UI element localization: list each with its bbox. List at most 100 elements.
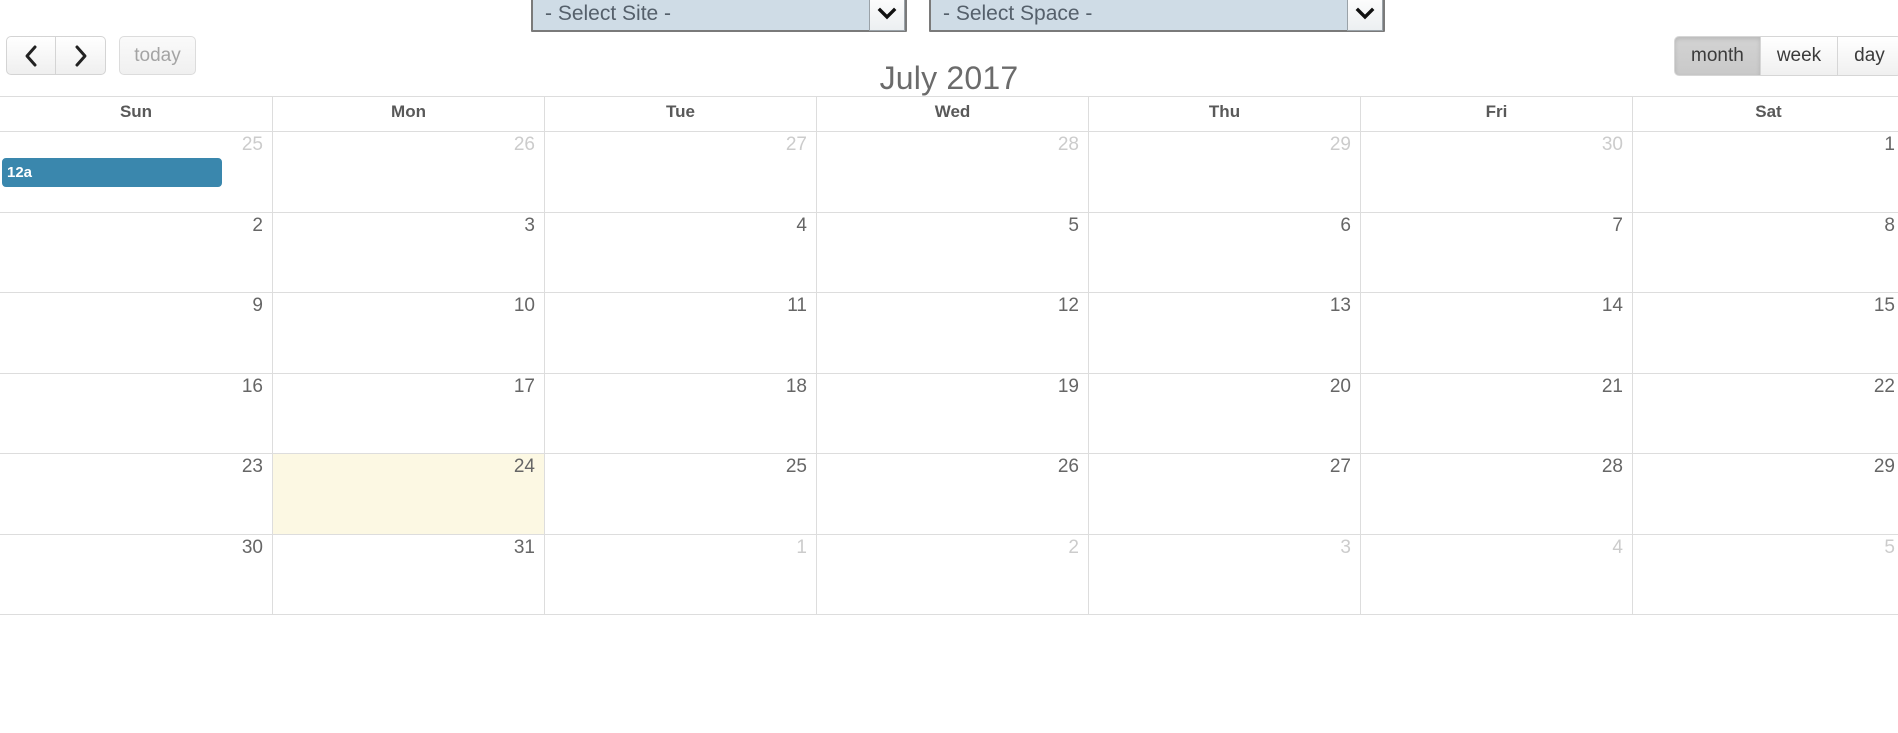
day-number: 4	[1612, 536, 1623, 558]
calendar-toolbar: - Select Site - - Select Space - today J…	[0, 0, 1898, 108]
calendar-day-cell[interactable]: 2	[0, 212, 272, 292]
calendar-day-cell[interactable]: 6	[1088, 212, 1360, 292]
calendar-day-cell[interactable]: 24	[272, 454, 544, 534]
calendar-day-cell[interactable]: 25	[544, 454, 816, 534]
calendar-day-cell[interactable]: 8	[1632, 212, 1898, 292]
select-space-wrapper: - Select Space -	[929, 0, 1385, 32]
site-space-selectors: - Select Site - - Select Space -	[531, 0, 1385, 32]
select-site-dropdown[interactable]: - Select Site -	[531, 0, 907, 32]
select-site-wrapper: - Select Site -	[531, 0, 907, 32]
calendar-day-cell[interactable]: 17	[272, 373, 544, 453]
calendar-day-cell[interactable]: 14	[1360, 293, 1632, 373]
calendar-day-cell[interactable]: 27	[544, 132, 816, 212]
calendar-day-cell[interactable]: 26	[816, 454, 1088, 534]
day-number: 29	[1329, 134, 1351, 155]
calendar-day-cell[interactable]: 5	[816, 212, 1088, 292]
day-number: 24	[513, 456, 535, 477]
day-number: 3	[524, 214, 535, 236]
calendar-week-row: 23 24 25 26 27 28 29	[0, 454, 1898, 535]
day-number: 27	[1329, 456, 1351, 477]
day-number: 23	[241, 456, 263, 477]
calendar-event[interactable]: 12a	[2, 158, 222, 187]
day-number: 5	[1068, 214, 1079, 236]
calendar-day-cell[interactable]: 26	[272, 132, 544, 212]
select-space-dropdown[interactable]: - Select Space -	[929, 0, 1385, 32]
day-of-week-header-fri: Fri	[1360, 97, 1632, 131]
calendar-day-cell[interactable]: 1	[544, 534, 816, 614]
day-number: 4	[796, 214, 807, 236]
day-number: 25	[785, 456, 807, 477]
day-number: 12	[1057, 295, 1079, 316]
calendar-day-cell[interactable]: 5	[1632, 534, 1898, 614]
calendar-day-cell[interactable]: 3	[1088, 534, 1360, 614]
calendar-day-cell[interactable]: 28	[816, 132, 1088, 212]
calendar-day-cell[interactable]: 10	[272, 293, 544, 373]
chevron-down-icon[interactable]	[1347, 0, 1383, 31]
day-of-week-header-thu: Thu	[1088, 97, 1360, 131]
day-number: 2	[252, 214, 263, 236]
calendar-day-cell[interactable]: 30	[1360, 132, 1632, 212]
day-number: 31	[513, 536, 535, 558]
day-of-week-header-mon: Mon	[272, 97, 544, 131]
calendar-day-cell[interactable]: 1	[1632, 132, 1898, 212]
day-number: 16	[241, 375, 263, 397]
day-number: 3	[1340, 536, 1351, 558]
calendar-day-cell[interactable]: 15	[1632, 293, 1898, 373]
calendar-day-cell[interactable]: 28	[1360, 454, 1632, 534]
view-button-day[interactable]: day	[1838, 36, 1898, 76]
calendar-day-cell[interactable]: 4	[1360, 534, 1632, 614]
day-of-week-header-sun: Sun	[119, 102, 153, 121]
day-number: 10	[513, 295, 535, 316]
calendar-day-cell[interactable]: 30	[0, 534, 272, 614]
calendar-day-cell[interactable]: 29	[1088, 132, 1360, 212]
calendar-day-cell[interactable]: 2	[816, 534, 1088, 614]
view-button-week[interactable]: week	[1760, 36, 1839, 76]
view-switcher: month week day	[1674, 36, 1898, 76]
calendar-day-cell[interactable]: 16	[0, 373, 272, 453]
calendar-week-row: 25 12a 26 27 28 29 30 1	[0, 132, 1898, 213]
select-site-value: - Select Site -	[545, 2, 672, 25]
calendar-day-cell[interactable]: 23	[0, 454, 272, 534]
calendar-day-cell[interactable]: 29	[1632, 454, 1898, 534]
calendar-day-cell[interactable]: 25 12a	[0, 132, 272, 212]
calendar-day-cell[interactable]: 19	[816, 373, 1088, 453]
calendar-week-row: 2 3 4 5 6 7 8	[0, 212, 1898, 293]
calendar-day-cell[interactable]: 27	[1088, 454, 1360, 534]
calendar-day-cell[interactable]: 3	[272, 212, 544, 292]
day-number: 15	[1873, 295, 1895, 316]
calendar-day-cell[interactable]: 4	[544, 212, 816, 292]
calendar-day-cell[interactable]: 31	[272, 534, 544, 614]
day-number: 5	[1884, 536, 1895, 558]
calendar-day-cell[interactable]: 9	[0, 293, 272, 373]
day-number: 26	[1057, 456, 1079, 477]
day-number: 26	[513, 134, 535, 155]
month-calendar-grid: Sun Mon Tue Wed Thu Fri Sat 25 12a 26 27 28 29 30 1 2 3…	[0, 96, 1898, 615]
calendar-day-cell[interactable]: 13	[1088, 293, 1360, 373]
day-number: 1	[1884, 134, 1895, 155]
calendar-day-cell[interactable]: 7	[1360, 212, 1632, 292]
chevron-down-icon[interactable]	[869, 0, 905, 31]
day-number: 9	[252, 295, 263, 316]
day-number: 7	[1612, 214, 1623, 236]
calendar-weeks: 25 12a 26 27 28 29 30 1 2 3 4 5 6 7 8 9 10 11 12 13 14 15 16 17…	[0, 132, 1898, 615]
calendar-day-cell[interactable]: 20	[1088, 373, 1360, 453]
day-of-week-header-tue: Tue	[544, 97, 816, 131]
day-number: 28	[1601, 456, 1623, 477]
day-number: 6	[1340, 214, 1351, 236]
calendar-day-cell[interactable]: 18	[544, 373, 816, 453]
day-of-week-header-sat: Sat	[1632, 97, 1898, 131]
calendar-day-cell[interactable]: 11	[544, 293, 816, 373]
day-number: 19	[1057, 375, 1079, 397]
day-number: 27	[785, 134, 807, 155]
day-number: 28	[1057, 134, 1079, 155]
calendar-week-row: 30 31 1 2 3 4 5	[0, 534, 1898, 615]
day-number: 17	[513, 375, 535, 397]
page-title: July 2017	[879, 59, 1019, 96]
view-button-month[interactable]: month	[1674, 36, 1761, 76]
calendar-day-cell[interactable]: 21	[1360, 373, 1632, 453]
calendar-day-cell[interactable]: 22	[1632, 373, 1898, 453]
day-number: 13	[1329, 295, 1351, 316]
calendar-day-cell[interactable]: 12	[816, 293, 1088, 373]
day-number: 21	[1601, 375, 1623, 397]
day-of-week-header-wed: Wed	[816, 97, 1088, 131]
